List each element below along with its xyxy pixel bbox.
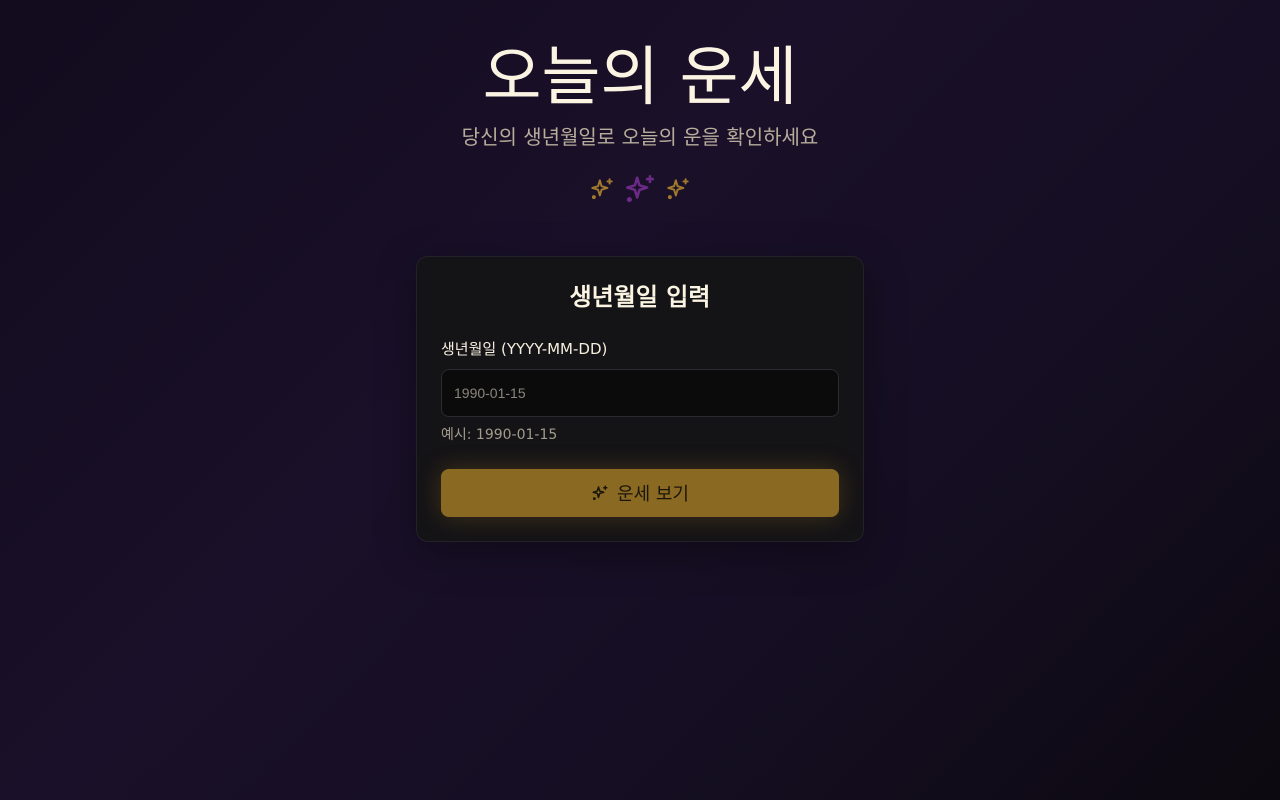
sparkles-icon	[665, 176, 691, 202]
sparkles-row	[0, 172, 1280, 206]
page-subtitle: 당신의 생년월일로 오늘의 운을 확인하세요	[461, 125, 819, 149]
birthdate-hint: 예시: 1990-01-15	[441, 427, 558, 443]
card-title: 생년월일 입력	[569, 283, 711, 311]
birthdate-card: 생년월일 입력 생년월일 (YYYY-MM-DD) 예시: 1990-01-15…	[416, 256, 864, 542]
show-fortune-button[interactable]: 운세 보기	[441, 469, 839, 517]
sparkles-icon	[623, 172, 657, 206]
show-fortune-label: 운세 보기	[617, 484, 689, 505]
page-title: 오늘의 운세	[482, 41, 798, 115]
birthdate-input[interactable]	[441, 369, 839, 417]
sparkles-icon	[591, 484, 609, 502]
sparkles-icon	[589, 176, 615, 202]
birthdate-label: 생년월일 (YYYY-MM-DD)	[441, 340, 608, 358]
